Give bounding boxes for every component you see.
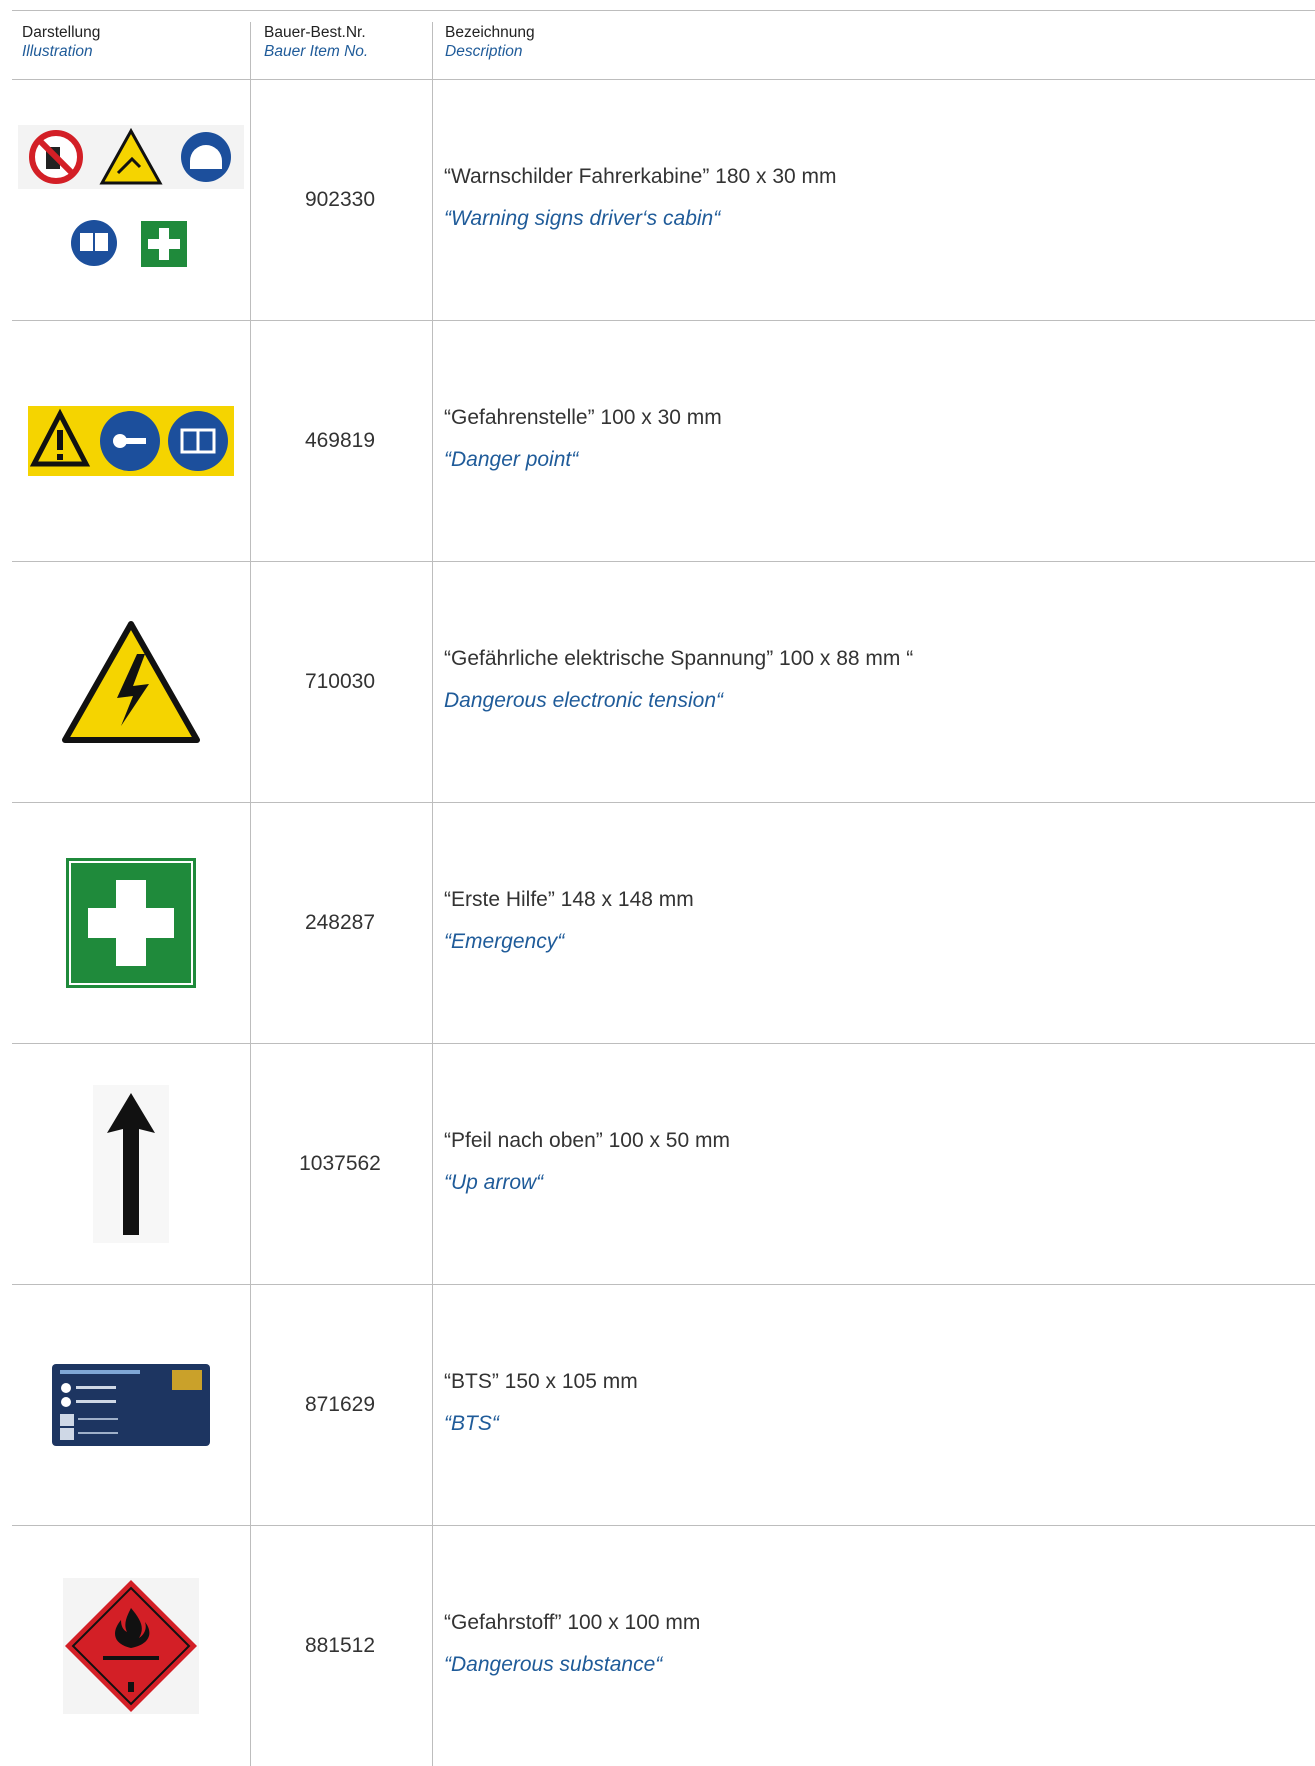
header-item-no-de: Bauer-Best.Nr. — [264, 24, 366, 41]
description-en: “Danger point“ — [444, 448, 579, 471]
header-illustration-en: Illustration — [22, 43, 93, 60]
item-number: 871629 — [304, 1393, 376, 1416]
description: “Erste Hilfe” 148 x 148 mm “Emergency“ — [444, 887, 694, 955]
description-en: Dangerous electronic tension“ — [444, 689, 723, 712]
up-arrow-sign-icon — [12, 1044, 250, 1284]
flammable-liquid-sign-icon — [12, 1526, 250, 1766]
description-de: “BTS” 150 x 105 mm — [444, 1370, 638, 1393]
item-number: 1037562 — [299, 1152, 381, 1175]
description-de: “Erste Hilfe” 148 x 148 mm — [444, 888, 694, 911]
description: “BTS” 150 x 105 mm “BTS“ — [444, 1369, 638, 1437]
description: “Gefahrenstelle” 100 x 30 mm “Danger poi… — [444, 405, 722, 473]
header-illustration-de: Darstellung — [22, 24, 101, 41]
item-number: 710030 — [304, 670, 376, 693]
description-en: “Up arrow“ — [444, 1171, 544, 1194]
description: “Pfeil nach oben” 100 x 50 mm “Up arrow“ — [444, 1128, 730, 1196]
description-de: “Gefahrstoff” 100 x 100 mm — [444, 1611, 701, 1634]
description-en: “Warning signs driver‘s cabin“ — [444, 207, 721, 230]
table-row: 871629 “BTS” 150 x 105 mm “BTS“ — [12, 1285, 1315, 1526]
header-description-en: Description — [445, 43, 523, 60]
item-number: 902330 — [304, 188, 376, 211]
description-en: “BTS“ — [444, 1412, 499, 1435]
table-row: 902330 “Warnschilder Fahrerkabine” 180 x… — [12, 80, 1315, 321]
description: “Warnschilder Fahrerkabine” 180 x 30 mm … — [444, 164, 837, 232]
header-description: Bezeichnung Description — [445, 23, 535, 61]
table-row: 248287 “Erste Hilfe” 148 x 148 mm “Emerg… — [12, 803, 1315, 1044]
description: “Gefahrstoff” 100 x 100 mm “Dangerous su… — [444, 1610, 700, 1678]
description-de: “Pfeil nach oben” 100 x 50 mm — [444, 1129, 730, 1152]
description-de: “Gefahrenstelle” 100 x 30 mm — [444, 406, 722, 429]
description-en: “Dangerous substance“ — [444, 1653, 663, 1676]
cabin-warning-signs-icon — [12, 80, 250, 320]
header-item-no: Bauer-Best.Nr. Bauer Item No. — [264, 23, 368, 61]
item-number: 881512 — [304, 1634, 376, 1657]
description-de: “Gefährliche elektrische Spannung” 100 x… — [444, 647, 914, 670]
item-number: 469819 — [304, 429, 376, 452]
header-description-de: Bezeichnung — [445, 24, 535, 41]
header-illustration: Darstellung Illustration — [22, 23, 100, 61]
table-row: 1037562 “Pfeil nach oben” 100 x 50 mm “U… — [12, 1044, 1315, 1285]
parts-table: Darstellung Illustration Bauer-Best.Nr. … — [12, 11, 1315, 1766]
description: “Gefährliche elektrische Spannung” 100 x… — [444, 646, 913, 714]
table-row: 710030 “Gefährliche elektrische Spannung… — [12, 562, 1315, 803]
danger-point-sign-icon — [12, 321, 250, 561]
table-row: 469819 “Gefahrenstelle” 100 x 30 mm “Dan… — [12, 321, 1315, 562]
description-de: “Warnschilder Fahrerkabine” 180 x 30 mm — [444, 165, 837, 188]
bts-card-sign-icon — [12, 1285, 250, 1525]
description-en: “Emergency“ — [444, 930, 565, 953]
electric-hazard-sign-icon — [12, 562, 250, 802]
document-page: Darstellung Illustration Bauer-Best.Nr. … — [0, 0, 1315, 1766]
header-item-no-en: Bauer Item No. — [264, 43, 369, 60]
table-header: Darstellung Illustration Bauer-Best.Nr. … — [12, 11, 1315, 80]
first-aid-sign-icon — [12, 803, 250, 1043]
table-row: 881512 “Gefahrstoff” 100 x 100 mm “Dange… — [12, 1526, 1315, 1766]
item-number: 248287 — [304, 911, 376, 934]
